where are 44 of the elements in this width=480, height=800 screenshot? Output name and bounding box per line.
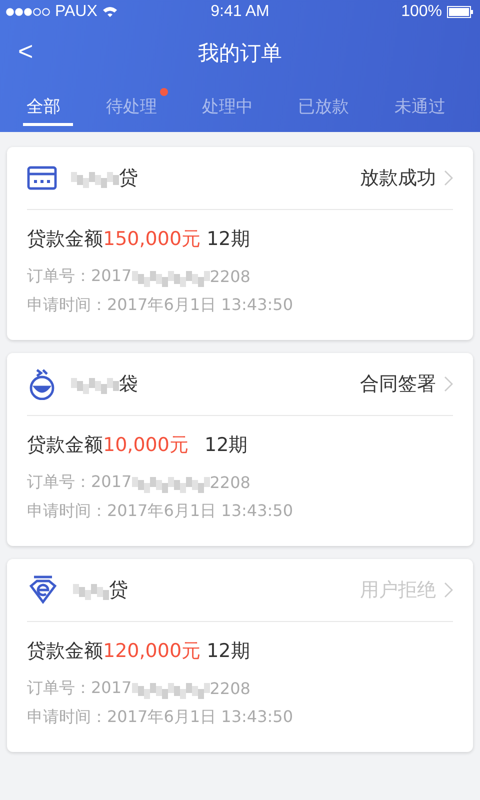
- order-number: 订单号：2017: [27, 266, 132, 287]
- order-number-tail: 2208: [210, 267, 250, 286]
- carrier-name: PAUX: [55, 3, 98, 21]
- loan-amount: 150,000元: [103, 227, 201, 252]
- loan-term: 12期: [204, 433, 248, 458]
- tab[interactable]: 待处理: [102, 87, 169, 126]
- order-number-tail: 2208: [210, 679, 250, 698]
- tab[interactable]: 未通过: [390, 87, 458, 126]
- order-number: 订单号：2017: [27, 472, 132, 493]
- loan-term: 12期: [206, 639, 250, 664]
- apply-time: 申请时间：2017年6月1日 13:43:50: [27, 707, 294, 728]
- tab[interactable]: 处理中: [198, 87, 265, 126]
- chevron-icon: [444, 582, 453, 598]
- order-number: 订单号：2017: [27, 678, 132, 699]
- order-card[interactable]: 袋 合同签署 贷款金额10,000元 12期 订单号：2017 2208 申请时间：2017年6月1日 13:43:50: [7, 353, 473, 546]
- order-card[interactable]: 贷 放款成功 贷款金额150,000元 12期 订单号：2017 2208 申请时间：2017年6月1日 13:43:50: [7, 147, 473, 340]
- apply-time: 申请时间：2017年6月1日 13:43:50: [27, 295, 294, 316]
- diamond-e-icon: [27, 574, 59, 606]
- amount-label: 贷款金额: [27, 433, 103, 458]
- chevron-icon: [444, 170, 453, 186]
- status-link[interactable]: 放款成功: [360, 165, 453, 191]
- tab[interactable]: 全部: [22, 87, 73, 126]
- apply-time: 申请时间：2017年6月1日 13:43:50: [27, 501, 294, 522]
- battery-percent: 100%: [401, 3, 442, 21]
- flask-icon: [27, 368, 57, 400]
- wifi-icon: [102, 6, 118, 18]
- amount-label: 贷款金额: [27, 639, 103, 664]
- loan-amount: 10,000元: [103, 433, 188, 458]
- back-button[interactable]: <: [12, 36, 40, 66]
- status-link[interactable]: 合同签署: [360, 371, 453, 397]
- chevron-icon: [444, 376, 453, 392]
- amount-label: 贷款金额: [27, 227, 103, 252]
- page-title: 我的订单: [198, 40, 282, 67]
- order-number-tail: 2208: [210, 473, 250, 492]
- product-name: 贷: [109, 578, 128, 603]
- tab[interactable]: 已放款: [294, 87, 362, 126]
- product-name: 贷: [119, 166, 138, 191]
- loan-term: 12期: [206, 227, 250, 252]
- product-name: 袋: [119, 372, 138, 397]
- loan-amount: 120,000元: [103, 639, 201, 664]
- signal-icon: [6, 8, 50, 16]
- battery-icon: [446, 6, 474, 18]
- card-icon: [27, 166, 57, 190]
- clock-time: 9:41 AM: [210, 3, 270, 21]
